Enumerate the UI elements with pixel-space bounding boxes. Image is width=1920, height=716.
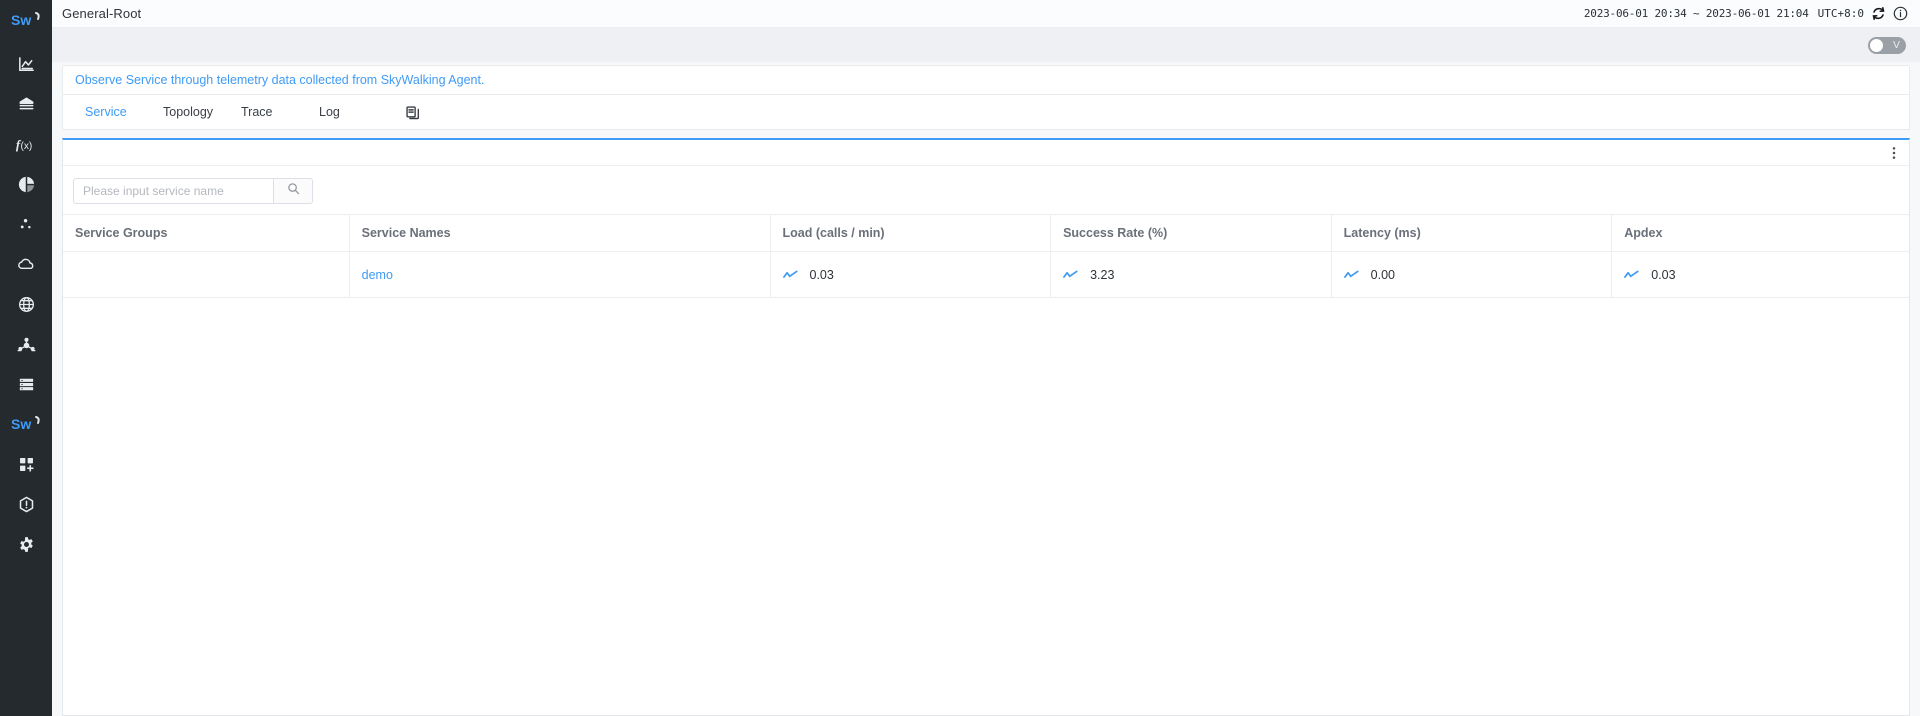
table-row[interactable]: demo 0.03 (63, 252, 1909, 298)
cell-service-name: demo (349, 252, 770, 298)
tab-log[interactable]: Log (313, 105, 391, 119)
sidebar-item-network[interactable] (0, 284, 52, 324)
sidebar-item-topology[interactable] (0, 324, 52, 364)
cell-latency: 0.00 (1331, 252, 1612, 298)
search-row (63, 166, 1909, 214)
sidebar-item-skywalking[interactable]: Sw (0, 404, 52, 444)
svg-text:(x): (x) (21, 141, 33, 152)
service-table: Service Groups Service Names Load (calls… (63, 214, 1909, 298)
sub-bar: V (52, 28, 1920, 62)
column-header-load[interactable]: Load (calls / min) (770, 215, 1051, 252)
metric-load-value: 0.03 (810, 268, 834, 282)
column-header-latency[interactable]: Latency (ms) (1331, 215, 1612, 252)
column-header-success-rate[interactable]: Success Rate (%) (1051, 215, 1332, 252)
main-area: General-Root 2023-06-01 20:34 ~ 2023-06-… (52, 0, 1920, 716)
sidebar: Sw (0, 0, 52, 716)
column-header-apdex[interactable]: Apdex (1612, 215, 1909, 252)
sidebar-item-cloud[interactable] (0, 244, 52, 284)
server-list-icon (17, 375, 36, 394)
pie-chart-icon (17, 175, 36, 194)
kebab-menu-icon[interactable] (1887, 145, 1901, 161)
cloud-icon (16, 255, 37, 274)
search-button[interactable] (273, 178, 313, 204)
database-icon (17, 95, 36, 114)
skywalking-logo-icon: Sw (11, 414, 41, 434)
info-banner: Observe Service through telemetry data c… (62, 65, 1910, 95)
tab-bar: Service Topology Trace Log (62, 95, 1910, 130)
cell-service-group (63, 252, 349, 298)
nodes-icon (17, 215, 36, 234)
view-toggle[interactable]: V (1868, 37, 1906, 54)
time-range-label[interactable]: 2023-06-01 20:34 ~ 2023-06-01 21:04 (1584, 7, 1809, 20)
dashboard-icon (17, 55, 36, 74)
sparkline-icon[interactable] (783, 269, 798, 281)
cell-apdex: 0.03 (1612, 252, 1909, 298)
sidebar-item-nodes[interactable] (0, 204, 52, 244)
service-table-body: demo 0.03 (63, 252, 1909, 298)
sidebar-item-dashboard[interactable] (0, 44, 52, 84)
sidebar-item-alarm[interactable] (0, 484, 52, 524)
column-header-service-names[interactable]: Service Names (349, 215, 770, 252)
sparkline-icon[interactable] (1624, 269, 1639, 281)
copy-icon[interactable] (401, 101, 423, 123)
service-panel: Service Groups Service Names Load (calls… (62, 138, 1910, 716)
timezone-label: UTC+8:0 (1818, 7, 1864, 20)
metric-success-rate-value: 3.23 (1090, 268, 1114, 282)
globe-icon (17, 295, 36, 314)
search-group (73, 178, 313, 204)
sidebar-item-add-dashboard[interactable] (0, 444, 52, 484)
service-table-head: Service Groups Service Names Load (calls… (63, 215, 1909, 252)
refresh-icon[interactable] (1871, 6, 1886, 21)
tab-topology[interactable]: Topology (157, 105, 235, 119)
metric-latency: 0.00 (1344, 268, 1612, 282)
metric-apdex-value: 0.03 (1651, 268, 1675, 282)
metric-load: 0.03 (783, 268, 1051, 282)
sidebar-item-servers[interactable] (0, 364, 52, 404)
metric-latency-value: 0.00 (1371, 268, 1395, 282)
topology-icon (16, 335, 37, 354)
cell-success-rate: 3.23 (1051, 252, 1332, 298)
search-input[interactable] (73, 178, 273, 204)
content-area: Observe Service through telemetry data c… (52, 62, 1920, 716)
settings-gear-icon (17, 535, 36, 554)
svg-text:Sw: Sw (11, 416, 31, 432)
info-banner-text: Observe Service through telemetry data c… (75, 73, 484, 87)
top-bar: General-Root 2023-06-01 20:34 ~ 2023-06-… (52, 0, 1920, 28)
panel-toolbar (63, 140, 1909, 166)
sparkline-icon[interactable] (1344, 269, 1359, 281)
tab-trace[interactable]: Trace (235, 105, 313, 119)
tab-service[interactable]: Service (79, 105, 157, 119)
sidebar-item-function[interactable]: f (x) (0, 124, 52, 164)
search-icon (287, 182, 300, 200)
toggle-knob (1870, 39, 1883, 52)
info-circle-icon[interactable] (1893, 6, 1908, 21)
sidebar-item-database[interactable] (0, 84, 52, 124)
metric-apdex: 0.03 (1624, 268, 1909, 282)
service-link-demo[interactable]: demo (362, 268, 393, 282)
skywalking-logo-icon: Sw (11, 10, 41, 30)
toggle-label: V (1893, 40, 1900, 51)
sidebar-logo[interactable]: Sw (0, 6, 52, 34)
app-root: Sw (0, 0, 1920, 716)
svg-text:Sw: Sw (11, 12, 31, 28)
alarm-icon (17, 495, 36, 514)
metric-success-rate: 3.23 (1063, 268, 1331, 282)
dashboard-add-icon (17, 455, 36, 474)
page-title: General-Root (62, 6, 141, 21)
sparkline-icon[interactable] (1063, 269, 1078, 281)
sidebar-item-settings[interactable] (0, 524, 52, 564)
function-icon: f (x) (15, 135, 37, 154)
top-bar-right: 2023-06-01 20:34 ~ 2023-06-01 21:04 UTC+… (1584, 6, 1908, 21)
table-header-row: Service Groups Service Names Load (calls… (63, 215, 1909, 252)
cell-load: 0.03 (770, 252, 1051, 298)
column-header-service-groups[interactable]: Service Groups (63, 215, 349, 252)
sidebar-item-metrics[interactable] (0, 164, 52, 204)
